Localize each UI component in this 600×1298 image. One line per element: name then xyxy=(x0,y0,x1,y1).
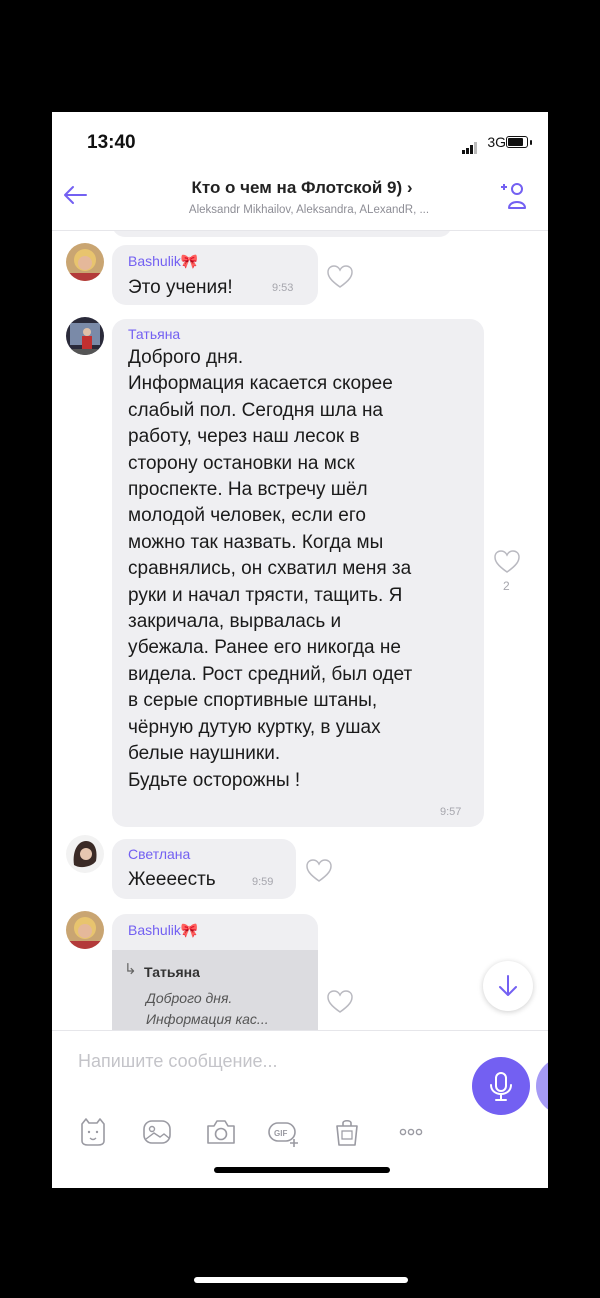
scroll-down-icon xyxy=(499,975,517,996)
message-bubble[interactable]: Татьяна Доброго дня. Информация касается… xyxy=(112,319,484,827)
composer: GIF xyxy=(52,1030,548,1188)
message-text: Доброго дня. Информация касается скорее … xyxy=(128,347,413,791)
avatar[interactable] xyxy=(66,911,104,949)
message-bubble[interactable]: Светлана Жеееесть 9:59 xyxy=(112,839,296,899)
phone-screen: 13:40 3G Кто о чем на Флотской 9) › Alek… xyxy=(52,112,548,1188)
heart-icon[interactable] xyxy=(493,549,521,575)
battery-icon xyxy=(506,136,528,148)
message-time: 9:57 xyxy=(440,806,462,818)
sender-name[interactable]: Bashulik🎀 xyxy=(128,922,198,939)
network-type: 3G xyxy=(487,134,506,150)
message-list[interactable]: Bashulik🎀 Это учения! 9:53 Татьяна Добро… xyxy=(52,231,548,1030)
scroll-down-button[interactable] xyxy=(483,961,533,1011)
voice-message-button[interactable] xyxy=(472,1057,530,1115)
more-icon[interactable] xyxy=(394,1115,428,1149)
message-bubble[interactable]: Bashulik🎀 ↳ Татьяна Доброго дня. Информа… xyxy=(112,914,318,1030)
message-time: 9:59 xyxy=(252,876,274,888)
status-bar: 13:40 3G xyxy=(52,112,548,166)
home-indicator xyxy=(214,1167,390,1173)
reply-arrow-icon: ↳ xyxy=(124,961,137,978)
svg-text:GIF: GIF xyxy=(274,1129,287,1138)
secondary-action-button[interactable] xyxy=(536,1057,548,1115)
reply-quote[interactable]: ↳ Татьяна Доброго дня. Информация кас... xyxy=(112,950,318,1030)
chat-header: Кто о чем на Флотской 9) › Aleksandr Mik… xyxy=(52,166,548,231)
avatar[interactable] xyxy=(66,317,104,355)
avatar[interactable] xyxy=(66,835,104,873)
heart-icon[interactable] xyxy=(326,989,354,1015)
heart-icon[interactable] xyxy=(326,264,354,290)
bag-icon[interactable] xyxy=(330,1115,364,1149)
back-arrow-icon[interactable] xyxy=(60,180,90,210)
reply-text: Доброго дня. Информация кас... xyxy=(146,990,269,1027)
like-count: 2 xyxy=(503,579,510,593)
camera-icon[interactable] xyxy=(204,1115,238,1149)
message-text: Это учения! xyxy=(128,277,233,298)
sender-name[interactable]: Татьяна xyxy=(128,326,180,342)
reply-sender-name: Татьяна xyxy=(144,964,200,980)
sticker-icon[interactable] xyxy=(76,1115,110,1149)
composer-toolbar: GIF xyxy=(52,1115,472,1155)
battery-cap xyxy=(530,140,532,145)
previous-message-bubble xyxy=(112,231,452,237)
outer-home-indicator xyxy=(194,1277,408,1283)
heart-icon[interactable] xyxy=(305,858,333,884)
chat-title[interactable]: Кто о чем на Флотской 9) › xyxy=(152,178,452,198)
gif-icon[interactable]: GIF xyxy=(266,1115,300,1149)
message-text: Жеееесть xyxy=(128,869,216,890)
message-input[interactable] xyxy=(78,1047,438,1075)
sender-name[interactable]: Светлана xyxy=(128,846,190,862)
add-member-icon[interactable] xyxy=(500,180,532,212)
message-time: 9:53 xyxy=(272,282,294,294)
avatar[interactable] xyxy=(66,243,104,281)
message-bubble[interactable]: Bashulik🎀 Это учения! 9:53 xyxy=(112,245,318,305)
microphone-icon xyxy=(490,1072,512,1101)
status-time: 13:40 xyxy=(87,132,136,153)
gallery-icon[interactable] xyxy=(140,1115,174,1149)
signal-icon xyxy=(462,136,478,154)
sender-name[interactable]: Bashulik🎀 xyxy=(128,253,198,270)
chat-participants[interactable]: Aleksandr Mikhailov, Aleksandra, ALexand… xyxy=(134,204,484,216)
